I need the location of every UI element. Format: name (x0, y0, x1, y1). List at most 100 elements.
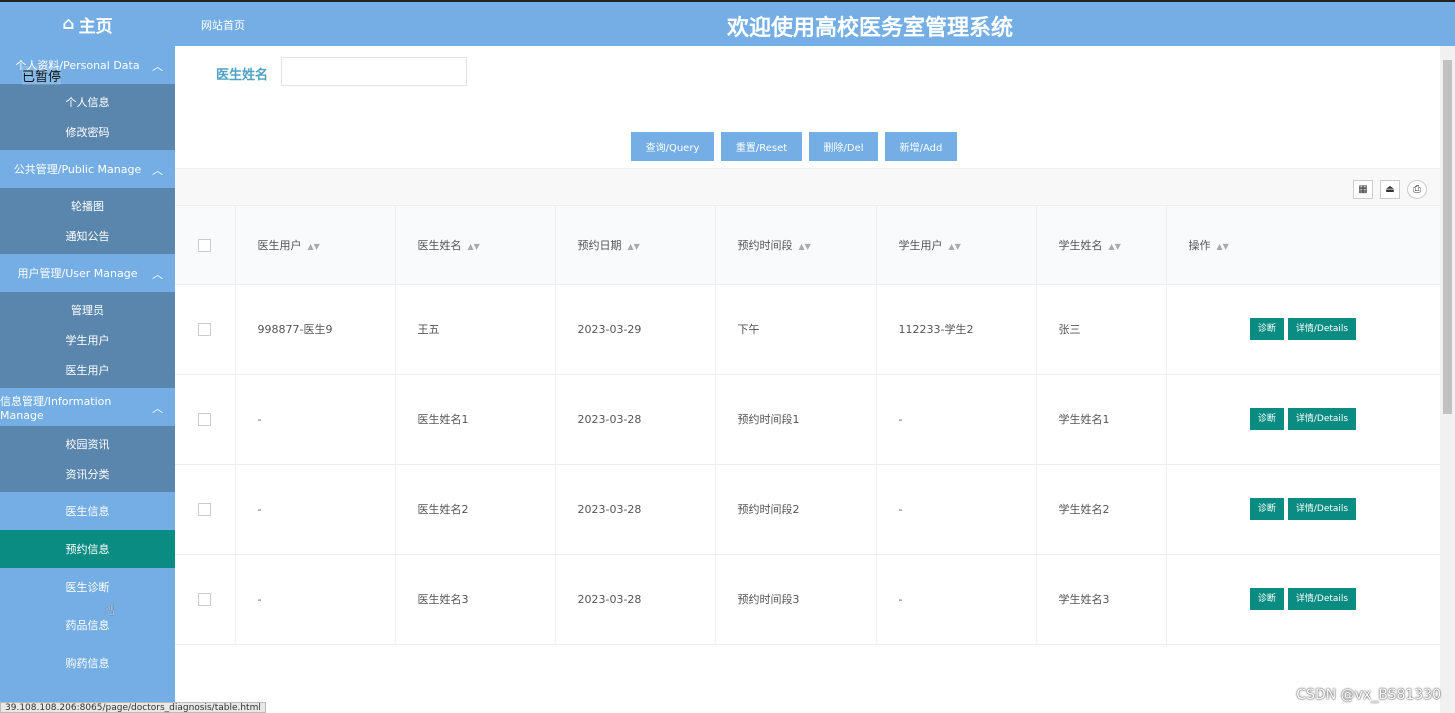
row-actions: 诊断 详情/Details (1166, 374, 1440, 465)
cell-doctor-user: - (235, 374, 396, 465)
cell-time-slot: 下午 (715, 284, 877, 375)
column-header-doctor-name[interactable]: 医生姓名 ▲▼ (395, 206, 556, 285)
sidebar-item-news-category[interactable]: 资讯分类 (0, 459, 175, 489)
row-checkbox[interactable] (198, 322, 212, 336)
diagnose-button[interactable]: 诊断 (1249, 318, 1284, 340)
row-select-cell (175, 374, 236, 465)
row-checkbox[interactable] (198, 592, 212, 606)
table-row: - 医生姓名1 2023-03-28 预约时间段1 - 学生姓名1 诊断 详情/D… (175, 374, 1440, 465)
table-header-row: 医生用户 ▲▼ 医生姓名 ▲▼ 预约日期 ▲▼ 预约时间段 ▲▼ 学生用户 ▲▼ 学生姓名… (175, 206, 1440, 285)
sidebar-item-admin[interactable]: 管理员 (0, 295, 175, 325)
column-header-doctor-user[interactable]: 医生用户 ▲▼ (235, 206, 396, 285)
doctor-name-search-input[interactable] (281, 57, 467, 86)
details-button[interactable]: 详情/Details (1287, 498, 1357, 520)
cell-time-slot: 预约时间段2 (715, 464, 877, 555)
details-button[interactable]: 详情/Details (1287, 318, 1357, 340)
details-button[interactable]: 详情/Details (1287, 588, 1357, 610)
column-header-actions[interactable]: 操作 ▲▼ (1166, 206, 1440, 285)
sidebar-group-title: 用户管理/User Manage (17, 267, 138, 280)
row-checkbox[interactable] (198, 502, 212, 516)
row-actions: 诊断 详情/Details (1166, 554, 1440, 645)
print-icon[interactable]: ⎙ (1407, 180, 1427, 199)
button-row: 查询/Query 重置/Reset 删除/Del 新增/Add (631, 132, 957, 161)
sidebar-group-title: 信息管理/Information Manage (0, 394, 112, 422)
site-home-link[interactable]: 网站首页 (201, 17, 245, 33)
sidebar-group-body: 校园资讯 资讯分类 (0, 426, 175, 492)
column-header-time-slot[interactable]: 预约时间段 ▲▼ (715, 206, 877, 285)
sidebar-item-change-password[interactable]: 修改密码 (0, 117, 175, 147)
sidebar-item-appointment-info[interactable]: 预约信息 (0, 530, 175, 568)
add-button[interactable]: 新增/Add (885, 132, 957, 161)
sidebar-item-doctor-users[interactable]: 医生用户 (0, 355, 175, 385)
home-icon: ⌂ (62, 14, 75, 34)
table-row: 998877-医生9 王五 2023-03-29 下午 112233-学生2 张… (175, 284, 1440, 375)
cell-student-name: 学生姓名2 (1036, 464, 1167, 555)
column-label: 医生姓名 (417, 238, 462, 252)
sidebar-item-doctor-diagnosis[interactable]: 医生诊断 (0, 568, 175, 606)
vertical-scrollbar[interactable] (1440, 46, 1455, 713)
sidebar-item-medicine-info[interactable]: 药品信息 (0, 606, 175, 644)
sidebar-group-information[interactable]: 信息管理/Information Manage ︿ (0, 388, 175, 426)
cell-student-user: 112233-学生2 (876, 284, 1037, 375)
sort-icon: ▲▼ (1216, 241, 1229, 251)
cell-student-name: 学生姓名3 (1036, 554, 1167, 645)
cell-doctor-name: 医生姓名1 (395, 374, 556, 465)
cell-time-slot: 预约时间段3 (715, 554, 877, 645)
cell-doctor-name: 医生姓名3 (395, 554, 556, 645)
cell-doctor-user: - (235, 464, 396, 555)
select-all-checkbox[interactable] (198, 238, 212, 252)
scrollbar-thumb[interactable] (1443, 60, 1452, 414)
sidebar-group-title: 公共管理/Public Manage (13, 163, 142, 176)
appointment-table: 医生用户 ▲▼ 医生姓名 ▲▼ 预约日期 ▲▼ 预约时间段 ▲▼ 学生用户 ▲▼ 学生姓名… (175, 206, 1440, 645)
cell-date: 2023-03-28 (555, 464, 716, 555)
column-header-appointment-date[interactable]: 预约日期 ▲▼ (555, 206, 716, 285)
cell-date: 2023-03-29 (555, 284, 716, 375)
columns-icon[interactable]: ▦ (1353, 180, 1373, 199)
column-header-student-user[interactable]: 学生用户 ▲▼ (876, 206, 1037, 285)
cell-doctor-user: 998877-医生9 (235, 284, 396, 375)
sidebar-item-doctor-info[interactable]: 医生信息 (0, 492, 175, 530)
details-button[interactable]: 详情/Details (1287, 408, 1357, 430)
sort-icon: ▲▼ (948, 241, 961, 251)
home-link[interactable]: ⌂ 主页 (0, 2, 175, 46)
query-button[interactable]: 查询/Query (631, 132, 714, 161)
row-select-cell (175, 464, 236, 555)
cell-date: 2023-03-28 (555, 374, 716, 465)
diagnose-button[interactable]: 诊断 (1249, 588, 1284, 610)
cell-student-name: 学生姓名1 (1036, 374, 1167, 465)
sidebar-group-public[interactable]: 公共管理/Public Manage ︿ (0, 150, 175, 188)
export-icon[interactable]: ⏏ (1380, 180, 1400, 199)
sort-icon: ▲▼ (307, 241, 320, 251)
chevron-up-icon: ︿ (152, 268, 163, 281)
cell-student-name: 张三 (1036, 284, 1167, 375)
sidebar-group-body: 个人信息 修改密码 (0, 84, 175, 150)
search-label: 医生姓名 (216, 68, 269, 83)
sidebar-item-notice[interactable]: 通知公告 (0, 221, 175, 251)
select-all-cell (175, 206, 236, 285)
chevron-up-icon: ︿ (152, 164, 163, 177)
row-actions: 诊断 详情/Details (1166, 284, 1440, 375)
diagnose-button[interactable]: 诊断 (1249, 498, 1284, 520)
main-content: 医生姓名 查询/Query 重置/Reset 删除/Del 新增/Add ▦ ⏏… (175, 46, 1440, 713)
sidebar-group-users[interactable]: 用户管理/User Manage ︿ (0, 254, 175, 292)
sidebar-item-personal-info[interactable]: 个人信息 (0, 87, 175, 117)
top-bar: ⌂ 主页 网站首页 欢迎使用高校医务室管理系统 (0, 0, 1455, 46)
cell-student-user: - (876, 554, 1037, 645)
row-checkbox[interactable] (198, 412, 212, 426)
column-label: 学生姓名 (1058, 238, 1103, 252)
column-label: 操作 (1188, 238, 1211, 252)
delete-button[interactable]: 删除/Del (809, 132, 878, 161)
hand-cursor-icon: ☝ (105, 600, 115, 619)
row-select-cell (175, 284, 236, 375)
sidebar-item-carousel[interactable]: 轮播图 (0, 191, 175, 221)
diagnose-button[interactable]: 诊断 (1249, 408, 1284, 430)
sidebar: 个人资料/Personal Data ︿ 个人信息 修改密码 公共管理/Publ… (0, 46, 175, 713)
sidebar-item-campus-news[interactable]: 校园资讯 (0, 429, 175, 459)
column-header-student-name[interactable]: 学生姓名 ▲▼ (1036, 206, 1167, 285)
sidebar-item-student-users[interactable]: 学生用户 (0, 325, 175, 355)
reset-button[interactable]: 重置/Reset (721, 132, 802, 161)
sidebar-group-body: 轮播图 通知公告 (0, 188, 175, 254)
table-row: - 医生姓名2 2023-03-28 预约时间段2 - 学生姓名2 诊断 详情/D… (175, 464, 1440, 555)
cell-doctor-name: 医生姓名2 (395, 464, 556, 555)
sidebar-item-purchase-info[interactable]: 购药信息 (0, 644, 175, 682)
